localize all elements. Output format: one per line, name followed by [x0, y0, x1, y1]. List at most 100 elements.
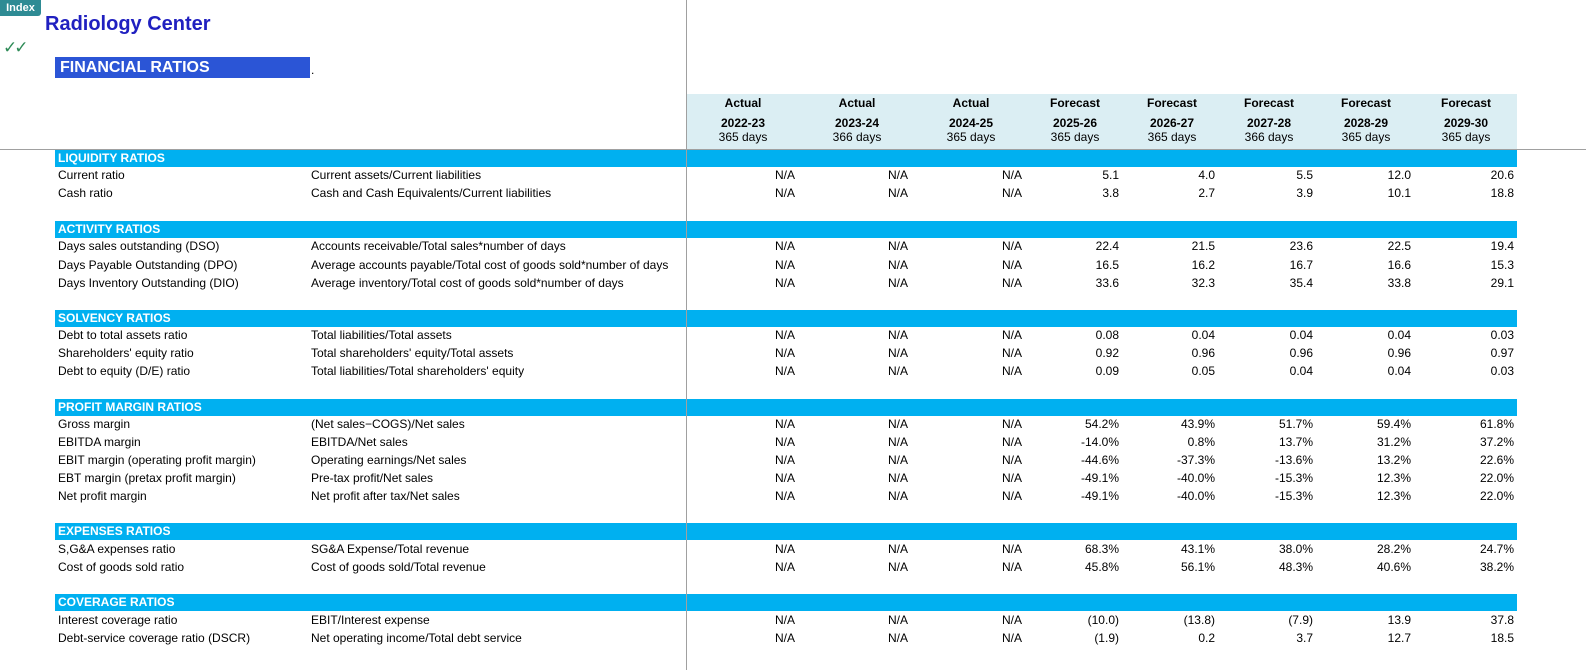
value-cell[interactable]: 0.04 [1135, 326, 1215, 344]
value-cell[interactable]: 16.7 [1233, 256, 1313, 274]
value-cell[interactable]: 12.3% [1331, 487, 1411, 505]
value-cell[interactable]: -49.1% [1039, 487, 1119, 505]
ratio-formula[interactable]: Net profit after tax/Net sales [311, 487, 460, 505]
ratio-name[interactable]: Cash ratio [58, 184, 113, 202]
value-cell[interactable]: 43.1% [1135, 540, 1215, 558]
value-cell[interactable]: -37.3% [1135, 451, 1215, 469]
value-cell[interactable]: 5.5 [1233, 166, 1313, 184]
ratio-name[interactable]: S,G&A expenses ratio [58, 540, 175, 558]
value-cell[interactable]: 38.2% [1434, 558, 1514, 576]
value-cell[interactable]: 3.7 [1233, 629, 1313, 647]
value-cell[interactable]: N/A [715, 362, 795, 380]
value-cell[interactable]: 16.5 [1039, 256, 1119, 274]
ratio-formula[interactable]: Total liabilities/Total shareholders' eq… [311, 362, 524, 380]
ratio-name[interactable]: Debt-service coverage ratio (DSCR) [58, 629, 250, 647]
ratio-formula[interactable]: SG&A Expense/Total revenue [311, 540, 469, 558]
value-cell[interactable]: 22.0% [1434, 469, 1514, 487]
value-cell[interactable]: N/A [715, 256, 795, 274]
ratio-formula[interactable]: EBITDA/Net sales [311, 433, 408, 451]
value-cell[interactable]: 16.6 [1331, 256, 1411, 274]
value-cell[interactable]: 22.0% [1434, 487, 1514, 505]
value-cell[interactable]: N/A [828, 362, 908, 380]
value-cell[interactable]: N/A [828, 184, 908, 202]
value-cell[interactable]: 0.09 [1039, 362, 1119, 380]
value-cell[interactable]: 22.6% [1434, 451, 1514, 469]
value-cell[interactable]: N/A [828, 540, 908, 558]
ratio-formula[interactable]: Cost of goods sold/Total revenue [311, 558, 486, 576]
value-cell[interactable]: 22.4 [1039, 237, 1119, 255]
value-cell[interactable]: N/A [715, 274, 795, 292]
value-cell[interactable]: N/A [942, 451, 1022, 469]
value-cell[interactable]: N/A [942, 611, 1022, 629]
value-cell[interactable]: 56.1% [1135, 558, 1215, 576]
value-cell[interactable]: 54.2% [1039, 415, 1119, 433]
ratio-formula[interactable]: (Net sales−COGS)/Net sales [311, 415, 465, 433]
value-cell[interactable]: -40.0% [1135, 469, 1215, 487]
value-cell[interactable]: -44.6% [1039, 451, 1119, 469]
value-cell[interactable]: 40.6% [1331, 558, 1411, 576]
value-cell[interactable]: 0.08 [1039, 326, 1119, 344]
value-cell[interactable]: 59.4% [1331, 415, 1411, 433]
value-cell[interactable]: N/A [715, 451, 795, 469]
value-cell[interactable]: 0.8% [1135, 433, 1215, 451]
ratio-name[interactable]: Interest coverage ratio [58, 611, 177, 629]
value-cell[interactable]: N/A [942, 558, 1022, 576]
value-cell[interactable]: N/A [942, 415, 1022, 433]
value-cell[interactable]: N/A [942, 433, 1022, 451]
value-cell[interactable]: 38.0% [1233, 540, 1313, 558]
value-cell[interactable]: 0.96 [1331, 344, 1411, 362]
value-cell[interactable]: N/A [715, 629, 795, 647]
value-cell[interactable]: 48.3% [1233, 558, 1313, 576]
value-cell[interactable]: 2.7 [1135, 184, 1215, 202]
value-cell[interactable]: 0.96 [1135, 344, 1215, 362]
value-cell[interactable]: 0.03 [1434, 362, 1514, 380]
value-cell[interactable]: N/A [715, 237, 795, 255]
value-cell[interactable]: N/A [828, 629, 908, 647]
value-cell[interactable]: N/A [828, 326, 908, 344]
value-cell[interactable]: N/A [715, 166, 795, 184]
value-cell[interactable]: N/A [828, 256, 908, 274]
ratio-formula[interactable]: EBIT/Interest expense [311, 611, 430, 629]
value-cell[interactable]: N/A [715, 611, 795, 629]
value-cell[interactable]: 68.3% [1039, 540, 1119, 558]
value-cell[interactable]: N/A [828, 344, 908, 362]
value-cell[interactable]: N/A [828, 558, 908, 576]
value-cell[interactable]: N/A [942, 629, 1022, 647]
value-cell[interactable]: 21.5 [1135, 237, 1215, 255]
value-cell[interactable]: 0.92 [1039, 344, 1119, 362]
ratio-formula[interactable]: Average accounts payable/Total cost of g… [311, 256, 668, 274]
value-cell[interactable]: N/A [828, 487, 908, 505]
value-cell[interactable]: 19.4 [1434, 237, 1514, 255]
value-cell[interactable]: 13.7% [1233, 433, 1313, 451]
value-cell[interactable]: 16.2 [1135, 256, 1215, 274]
value-cell[interactable]: 18.5 [1434, 629, 1514, 647]
value-cell[interactable]: 3.9 [1233, 184, 1313, 202]
value-cell[interactable]: 13.9 [1331, 611, 1411, 629]
ratio-name[interactable]: EBIT margin (operating profit margin) [58, 451, 256, 469]
ratio-name[interactable]: Days Inventory Outstanding (DIO) [58, 274, 239, 292]
value-cell[interactable]: N/A [942, 274, 1022, 292]
ratio-name[interactable]: Current ratio [58, 166, 125, 184]
value-cell[interactable]: N/A [942, 184, 1022, 202]
value-cell[interactable]: N/A [828, 237, 908, 255]
ratio-name[interactable]: Debt to total assets ratio [58, 326, 187, 344]
value-cell[interactable]: 18.8 [1434, 184, 1514, 202]
value-cell[interactable]: N/A [942, 362, 1022, 380]
value-cell[interactable]: N/A [942, 237, 1022, 255]
ratio-name[interactable]: Shareholders' equity ratio [58, 344, 194, 362]
value-cell[interactable]: 10.1 [1331, 184, 1411, 202]
value-cell[interactable]: 12.0 [1331, 166, 1411, 184]
value-cell[interactable]: -13.6% [1233, 451, 1313, 469]
value-cell[interactable]: 29.1 [1434, 274, 1514, 292]
value-cell[interactable]: 4.0 [1135, 166, 1215, 184]
ratio-formula[interactable]: Pre-tax profit/Net sales [311, 469, 433, 487]
value-cell[interactable]: N/A [715, 184, 795, 202]
value-cell[interactable]: N/A [942, 487, 1022, 505]
value-cell[interactable]: N/A [715, 540, 795, 558]
value-cell[interactable]: -49.1% [1039, 469, 1119, 487]
ratio-name[interactable]: EBITDA margin [58, 433, 141, 451]
ratio-name[interactable]: EBT margin (pretax profit margin) [58, 469, 236, 487]
ratio-name[interactable]: Days Payable Outstanding (DPO) [58, 256, 237, 274]
ratio-name[interactable]: Net profit margin [58, 487, 147, 505]
value-cell[interactable]: 0.04 [1233, 326, 1313, 344]
